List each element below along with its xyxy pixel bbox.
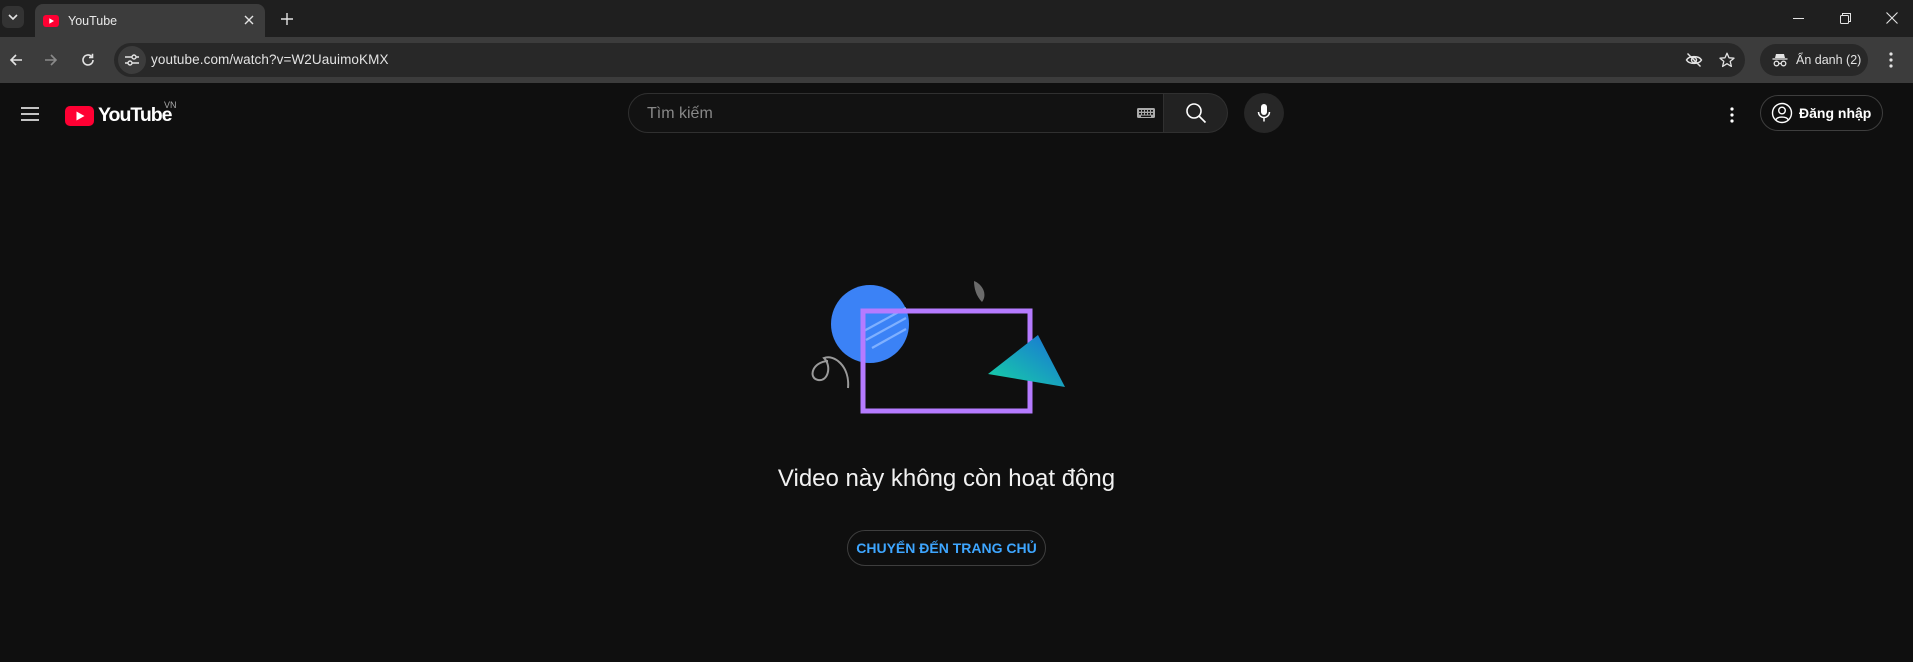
- video-unavailable-message: Video này không còn hoạt động: [777, 465, 1116, 492]
- address-bar[interactable]: youtube.com/watch?v=W2UauimoKMX: [114, 43, 1745, 77]
- hamburger-icon: [21, 107, 39, 121]
- site-info-button[interactable]: [118, 46, 146, 74]
- browser-tab-youtube[interactable]: YouTube: [35, 4, 265, 37]
- forward-icon: [45, 54, 58, 66]
- plus-icon: [281, 13, 293, 25]
- forward-button[interactable]: [40, 49, 62, 71]
- back-icon: [9, 54, 22, 66]
- chevron-down-icon: [8, 14, 18, 21]
- incognito-profile-button[interactable]: Ẩn danh (2): [1760, 44, 1868, 76]
- tab-close-button[interactable]: [241, 12, 257, 28]
- window-close-button[interactable]: [1882, 8, 1902, 28]
- youtube-favicon: [43, 14, 59, 27]
- url-text[interactable]: youtube.com/watch?v=W2UauimoKMX: [151, 52, 389, 67]
- browser-menu-button[interactable]: [1880, 49, 1902, 71]
- tracking-protection-button[interactable]: [1685, 51, 1703, 69]
- reload-icon: [82, 53, 94, 66]
- site-info-icon: [125, 54, 139, 66]
- more-vert-icon: [1730, 107, 1734, 123]
- youtube-header: YouTube VN Đăng nhập: [0, 83, 1913, 143]
- search-button[interactable]: [1164, 93, 1228, 133]
- restore-button[interactable]: [1835, 8, 1855, 28]
- search-icon: [1185, 103, 1206, 124]
- window-close-icon: [1886, 12, 1898, 24]
- incognito-icon: [1772, 54, 1788, 67]
- settings-menu-button[interactable]: [1720, 103, 1744, 127]
- teal-triangle-shape: [988, 335, 1065, 387]
- guide-menu-button[interactable]: [18, 102, 42, 126]
- search-input[interactable]: [645, 94, 1089, 134]
- sign-in-button[interactable]: Đăng nhập: [1760, 95, 1883, 131]
- youtube-logo[interactable]: YouTube VN: [65, 100, 177, 127]
- account-circle-icon: [1771, 102, 1793, 124]
- restore-icon: [1839, 12, 1851, 24]
- minimize-button[interactable]: [1788, 8, 1808, 28]
- more-vert-icon: [1889, 52, 1893, 68]
- logo-wordmark: YouTube: [98, 104, 173, 126]
- star-icon: [1719, 52, 1735, 68]
- browser-tab-strip: YouTube: [0, 0, 1913, 37]
- tab-title: YouTube: [68, 13, 118, 28]
- back-button[interactable]: [5, 49, 27, 71]
- go-home-button[interactable]: CHUYỂN ĐẾN TRANG CHỦ: [847, 530, 1046, 566]
- tab-search-button[interactable]: [2, 6, 24, 28]
- mic-icon: [1257, 104, 1271, 122]
- gray-drop-shape: [974, 281, 985, 302]
- youtube-logo-icon: [65, 105, 94, 126]
- unavailable-video-illustration: [811, 281, 1065, 414]
- country-code: VN: [164, 100, 177, 110]
- sign-in-label: Đăng nhập: [1799, 105, 1872, 121]
- voice-search-button[interactable]: [1244, 93, 1284, 133]
- new-tab-button[interactable]: [277, 9, 297, 29]
- eye-off-icon: [1685, 53, 1703, 67]
- incognito-label: Ẩn danh (2): [1796, 53, 1862, 67]
- keyboard-icon[interactable]: [1136, 105, 1156, 121]
- reload-button[interactable]: [77, 49, 99, 71]
- close-icon: [244, 15, 254, 25]
- bookmark-button[interactable]: [1718, 51, 1736, 69]
- squiggle-shape: [811, 356, 850, 389]
- minimize-icon: [1792, 17, 1804, 19]
- browser-toolbar: youtube.com/watch?v=W2UauimoKMX Ẩn danh …: [0, 37, 1913, 83]
- search-box: [628, 93, 1164, 134]
